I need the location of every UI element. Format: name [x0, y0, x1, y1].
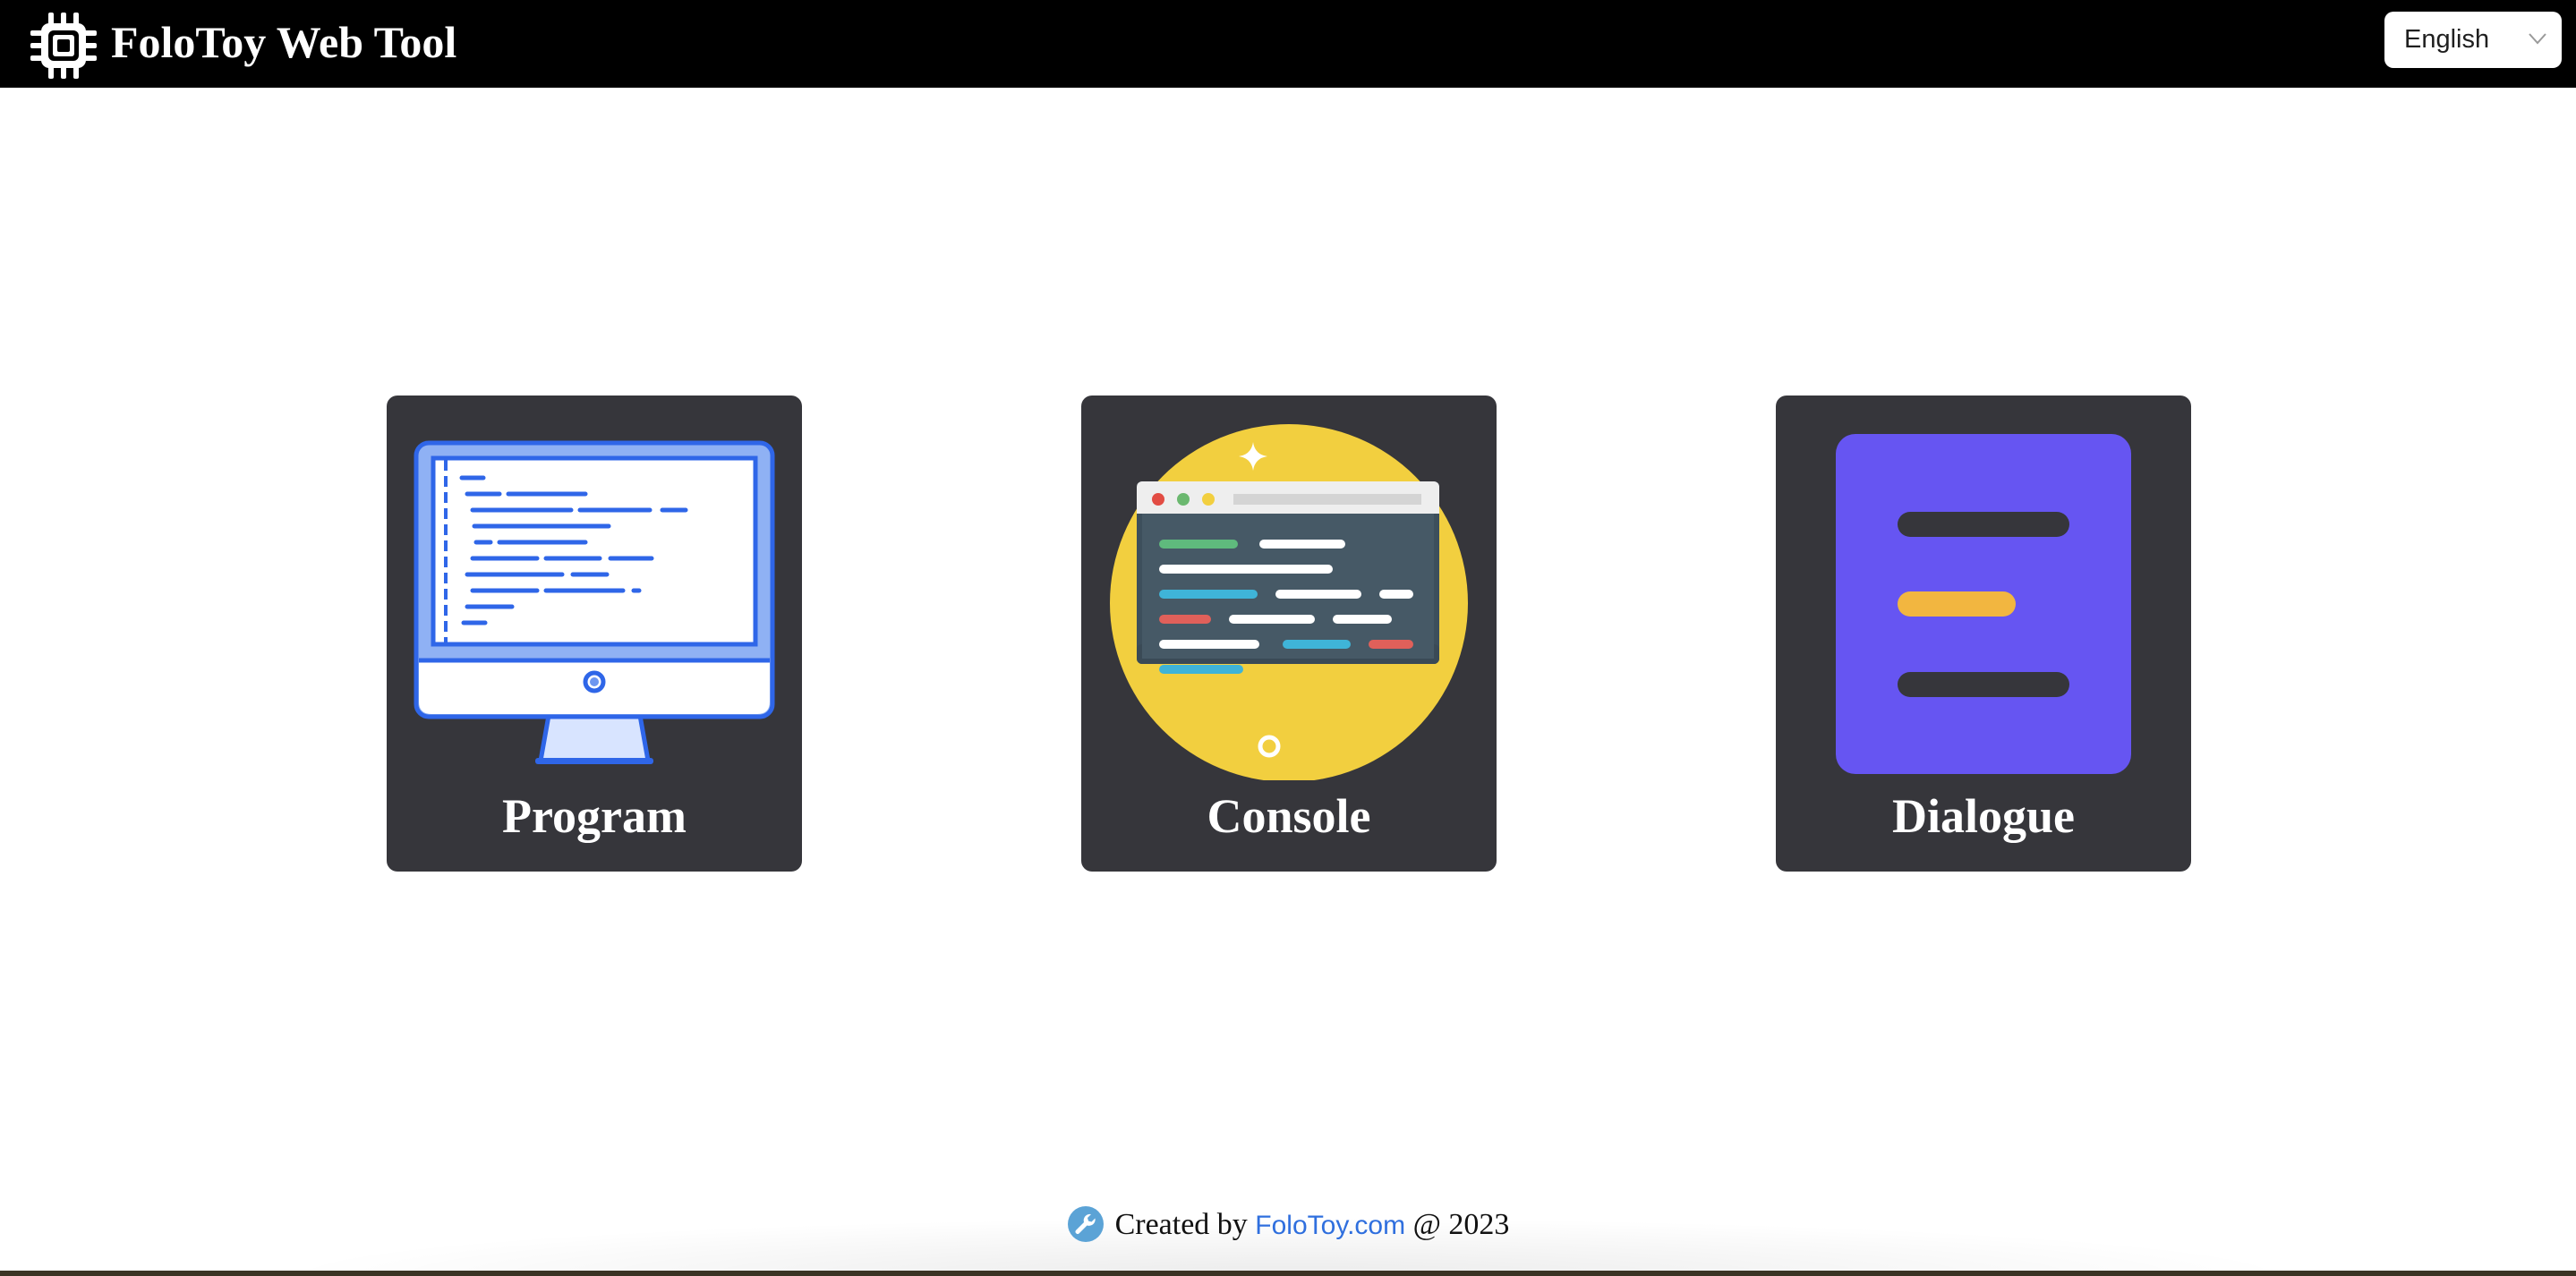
desktop-edge [0, 1271, 2576, 1276]
terminal-window-icon [1110, 424, 1468, 780]
dialogue-card[interactable]: Dialogue [1776, 396, 2191, 872]
dialogue-card-label: Dialogue [1891, 789, 2075, 843]
program-card[interactable]: Program [387, 396, 802, 872]
top-bar: FoloToy Web Tool English [0, 0, 2576, 88]
footer-suffix: @ 2023 [1412, 1208, 1510, 1241]
document-lines-icon [1836, 434, 2131, 774]
program-card-label: Program [502, 789, 687, 843]
wrench-icon [1067, 1206, 1104, 1243]
app-title: FoloToy Web Tool [111, 17, 457, 67]
console-card[interactable]: Console [1081, 396, 1497, 872]
chip-icon [30, 13, 97, 79]
folotoy-link[interactable]: FoloToy.com [1255, 1211, 1405, 1240]
language-select-value: English [2404, 25, 2490, 54]
language-select[interactable]: English [2384, 12, 2562, 68]
monitor-code-icon [414, 440, 775, 764]
footer: Created by FoloToy.com @ 2023 [0, 1203, 2576, 1247]
footer-prefix: Created by [1114, 1208, 1248, 1241]
console-card-label: Console [1207, 789, 1371, 843]
chevron-down-icon [2529, 33, 2546, 45]
